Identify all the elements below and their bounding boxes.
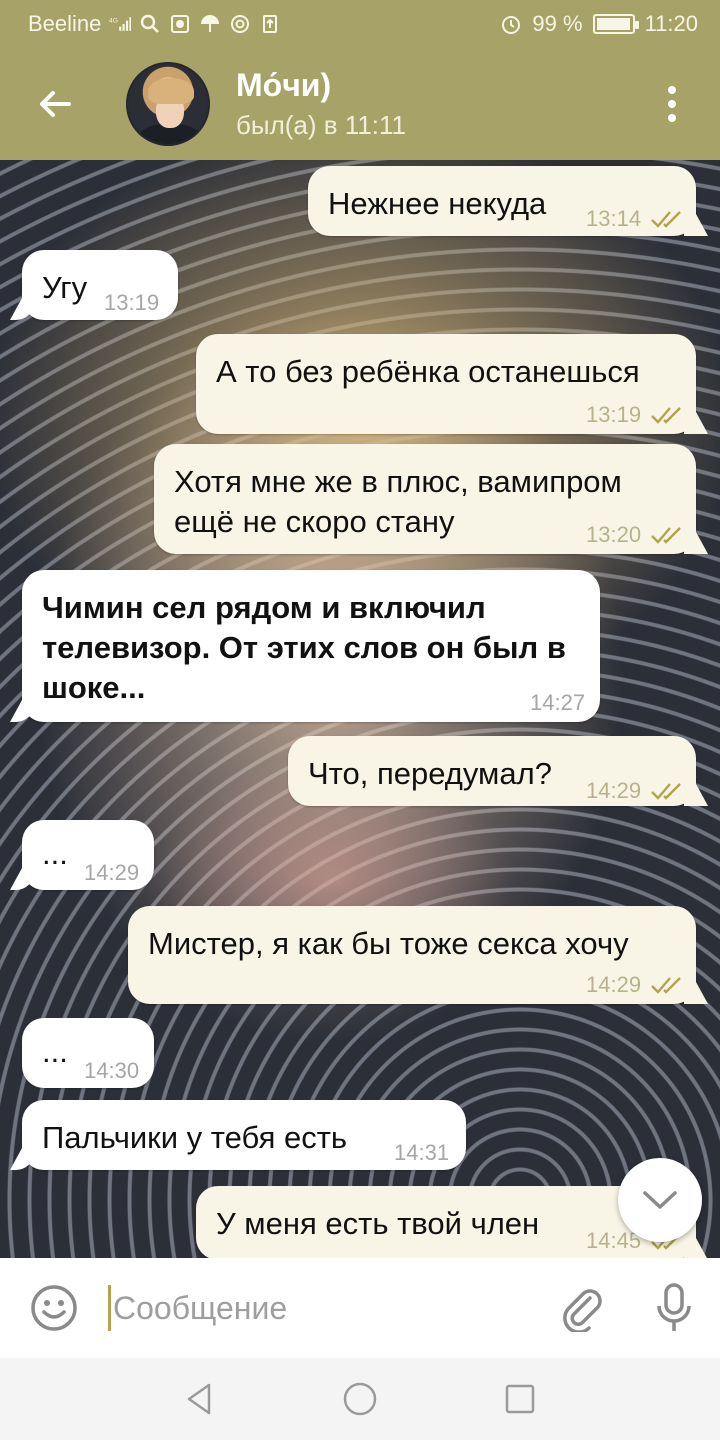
at-icon (229, 13, 251, 35)
read-checks-icon (651, 977, 681, 994)
message-time: 13:19 (586, 402, 642, 427)
nav-recents-icon (505, 1384, 535, 1414)
message-text: Нежнее некуда (328, 186, 547, 221)
nav-recents-button[interactable] (490, 1369, 550, 1429)
last-seen-status: был(а) в 11:11 (236, 110, 406, 140)
chat-title-block[interactable]: Мо́чи) был(а) в 11:11 (236, 67, 406, 141)
text-caret (108, 1285, 111, 1331)
umbrella-icon (199, 13, 221, 35)
nav-home-icon (343, 1382, 377, 1416)
message-bubble-incoming[interactable]: Чимин сел рядом и включил телевизор. От … (22, 570, 600, 722)
carrier-name: Beeline (28, 11, 102, 36)
read-checks-icon (651, 783, 681, 800)
chevron-down-icon (643, 1191, 677, 1209)
chat-name: Мо́чи) (236, 67, 332, 103)
message-bubble-outgoing[interactable]: Нежнее некуда 13:14 (308, 166, 696, 236)
emoji-button[interactable] (0, 1258, 108, 1358)
read-checks-icon (651, 407, 681, 424)
message-bubble-incoming[interactable]: Угу 13:19 (22, 250, 178, 320)
message-bubble-incoming[interactable]: Пальчики у тебя есть 14:31 (22, 1100, 466, 1170)
message-text: Чимин сел рядом и включил телевизор. От … (42, 590, 566, 705)
battery-icon (592, 14, 639, 34)
message-input[interactable] (113, 1289, 513, 1327)
nav-back-button[interactable] (170, 1369, 230, 1429)
message-input-field[interactable] (108, 1258, 536, 1358)
message-bubble-incoming[interactable]: ... 14:29 (22, 820, 154, 890)
svg-text:4G: 4G (109, 17, 118, 24)
message-time: 14:29 (84, 860, 140, 885)
battery-percent: 99 % (532, 11, 583, 36)
message-time: 14:29 (586, 972, 642, 997)
message-time: 14:29 (586, 778, 642, 803)
message-text: А то без ребёнка останешься (216, 354, 640, 389)
back-button[interactable] (0, 48, 110, 160)
message-input-bar (0, 1258, 720, 1358)
read-checks-icon (651, 211, 681, 228)
chat-area[interactable]: Нежнее некуда 13:14 Угу 13:19 А то без р… (0, 160, 720, 1258)
status-bar: Beeline 4G 99 % 11:20 (0, 0, 720, 48)
download-icon (259, 13, 281, 35)
system-navigation-bar (0, 1358, 720, 1440)
message-time: 14:31 (394, 1140, 450, 1165)
message-text: Угу (42, 270, 88, 305)
gallery-icon (169, 13, 191, 35)
message-time: 14:27 (530, 690, 586, 715)
microphone-icon (657, 1283, 691, 1331)
attach-button[interactable] (536, 1258, 628, 1358)
message-time: 13:14 (586, 206, 642, 231)
search-icon (139, 13, 161, 35)
message-bubble-incoming[interactable]: ... 14:30 (22, 1018, 154, 1088)
message-text: ... (42, 836, 68, 871)
more-vertical-icon[interactable] (624, 48, 720, 160)
read-checks-icon (651, 527, 681, 544)
message-text: Пальчики у тебя есть (42, 1120, 348, 1155)
signal-icon: 4G (109, 13, 132, 35)
chat-header: Мо́чи) был(а) в 11:11 (0, 48, 720, 160)
message-time: 14:30 (84, 1058, 140, 1083)
message-bubble-outgoing[interactable]: Что, передумал? 14:29 (288, 736, 696, 806)
nav-back-icon (187, 1383, 211, 1415)
message-text: ... (42, 1034, 68, 1069)
clock: 11:20 (644, 11, 698, 36)
message-text: Что, передумал? (308, 756, 552, 791)
paperclip-icon (563, 1289, 602, 1332)
message-time: 13:20 (586, 522, 642, 547)
voice-message-button[interactable] (628, 1258, 720, 1358)
alarm-icon (500, 13, 522, 35)
message-time: 13:19 (104, 290, 160, 315)
scroll-down-button[interactable] (618, 1158, 702, 1242)
message-bubble-outgoing[interactable]: Хотя мне же в плюс, вамипром ещё не скор… (154, 444, 696, 554)
message-bubble-outgoing[interactable]: А то без ребёнка останешься 13:19 (196, 334, 696, 434)
back-arrow-icon (40, 91, 71, 117)
message-bubble-outgoing[interactable]: Мистер, я как бы тоже секса хочу 14:29 (128, 906, 696, 1004)
nav-home-button[interactable] (330, 1369, 390, 1429)
message-text: Мистер, я как бы тоже секса хочу (148, 926, 629, 961)
message-text: У меня есть твой член (216, 1206, 540, 1241)
battery-fill (596, 18, 631, 30)
avatar[interactable] (126, 62, 210, 146)
emoji-icon (31, 1285, 77, 1331)
